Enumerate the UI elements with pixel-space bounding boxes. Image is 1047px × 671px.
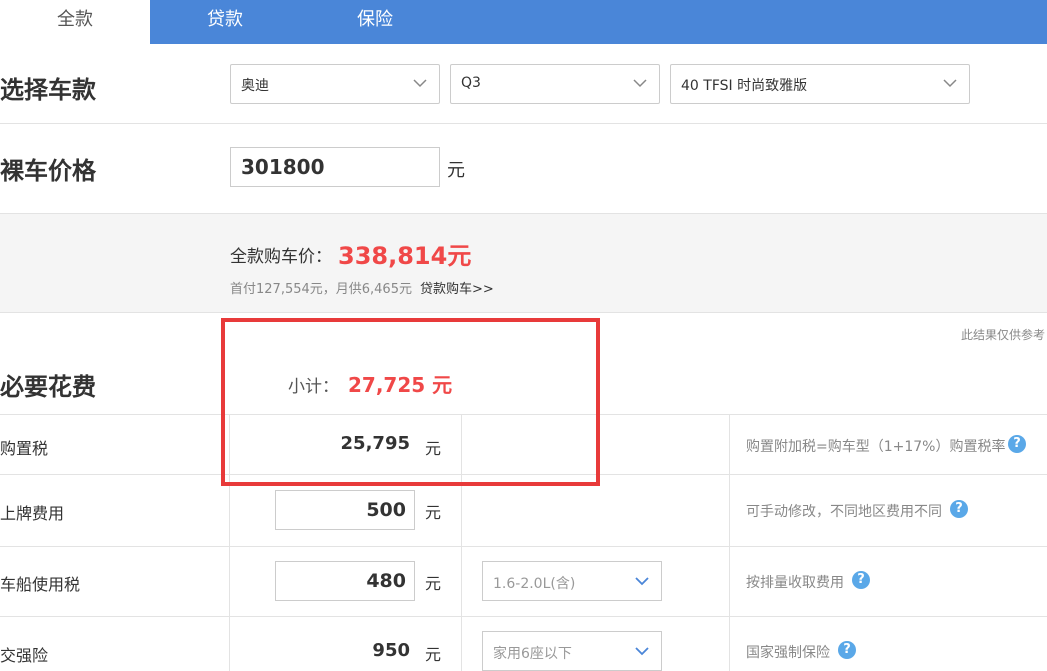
vehicle-tax-hint: 按排量收取费用 xyxy=(746,575,844,591)
seat-type-select[interactable]: 家用6座以下 xyxy=(482,631,662,671)
plate-fee-hint: 可手动修改，不同地区费用不同 xyxy=(746,504,942,520)
tab-loan[interactable]: 贷款 xyxy=(150,0,300,44)
brand-select[interactable]: 奥迪 xyxy=(230,64,440,104)
highlight-box xyxy=(221,318,600,486)
tab-bar: 全款 贷款 保险 xyxy=(0,0,1047,44)
displacement-select[interactable]: 1.6-2.0L(含) xyxy=(482,561,662,601)
vehicle-tax-input[interactable]: 480 xyxy=(275,561,415,601)
purchase-tax-hint: 购置附加税=购车型（1+17%）购置税率 xyxy=(746,439,1006,455)
chevron-down-icon xyxy=(943,79,957,88)
compulsory-insurance-value: 950 xyxy=(372,640,410,661)
tab-insurance[interactable]: 保险 xyxy=(300,0,450,44)
vehicle-tax-unit: 元 xyxy=(425,574,442,593)
purchase-tax-label: 购置税 xyxy=(0,439,49,458)
compulsory-insurance-hint: 国家强制保险 xyxy=(746,645,830,661)
model-select-value: Q3 xyxy=(461,75,481,91)
chevron-down-icon xyxy=(413,79,427,88)
required-costs-title: 必要花费 xyxy=(0,373,96,401)
divider xyxy=(0,123,1047,124)
select-car-title: 选择车款 xyxy=(0,76,96,104)
model-select[interactable]: Q3 xyxy=(450,64,660,104)
help-icon[interactable]: ? xyxy=(838,641,856,659)
help-icon[interactable]: ? xyxy=(852,571,870,589)
total-price-value: 338,814元 xyxy=(338,242,472,270)
compulsory-insurance-unit: 元 xyxy=(425,645,442,664)
trim-select-value: 40 TFSI 时尚致雅版 xyxy=(681,78,808,94)
total-price-label: 全款购车价： xyxy=(230,247,332,267)
tab-full-payment[interactable]: 全款 xyxy=(0,0,150,44)
total-summary-panel: 全款购车价： 338,814元 首付127,554元，月供6,465元 贷款购车… xyxy=(0,213,1047,313)
bare-price-title: 裸车价格 xyxy=(0,157,96,185)
vehicle-tax-label: 车船使用税 xyxy=(0,575,81,594)
bare-price-unit: 元 xyxy=(447,160,465,181)
reference-note: 此结果仅供参考 xyxy=(960,328,1045,342)
help-icon[interactable]: ? xyxy=(1008,435,1026,453)
seat-type-select-value: 家用6座以下 xyxy=(493,646,572,662)
chevron-down-icon xyxy=(633,79,647,88)
chevron-down-icon xyxy=(635,577,649,586)
plate-fee-input[interactable]: 500 xyxy=(275,490,415,530)
loan-summary-text: 首付127,554元，月供6,465元 xyxy=(230,282,412,297)
plate-fee-unit: 元 xyxy=(425,503,442,522)
bare-price-input[interactable]: 301800 xyxy=(230,147,440,187)
help-icon[interactable]: ? xyxy=(950,500,968,518)
plate-fee-label: 上牌费用 xyxy=(0,504,65,523)
displacement-select-value: 1.6-2.0L(含) xyxy=(493,576,576,592)
column-divider xyxy=(729,414,730,671)
chevron-down-icon xyxy=(635,647,649,656)
trim-select[interactable]: 40 TFSI 时尚致雅版 xyxy=(670,64,970,104)
loan-purchase-link[interactable]: 贷款购车>> xyxy=(420,278,494,297)
brand-select-value: 奥迪 xyxy=(241,78,269,94)
compulsory-insurance-label: 交强险 xyxy=(0,646,49,665)
